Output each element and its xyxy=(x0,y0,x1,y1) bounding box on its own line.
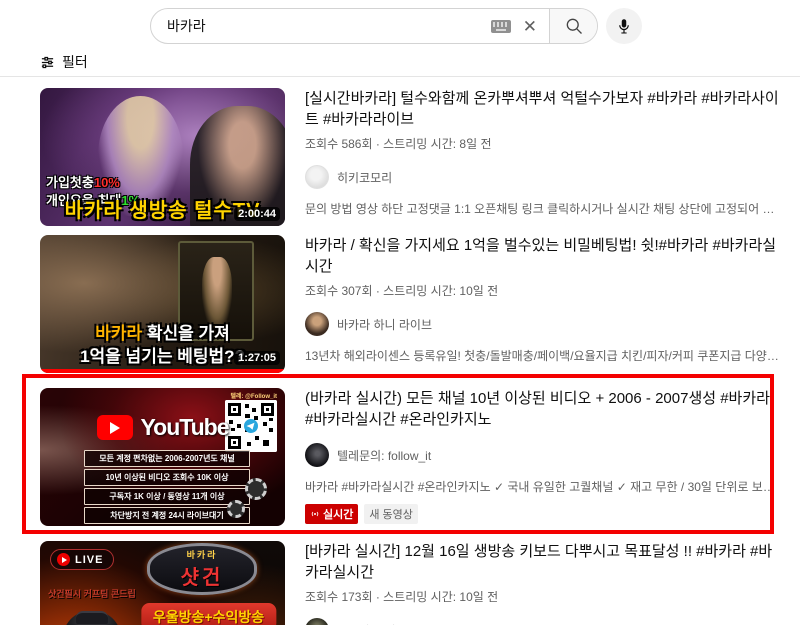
thumbnail-feature-list: 모든 계정 편차없는 2006-2007년도 채널 10년 이상된 비디오 조회… xyxy=(84,450,250,526)
video-1-thumbnail[interactable]: 가입첫충10% 개인요율 최대1% 바카라 생방송 털수TV 2:00:44 xyxy=(40,88,285,226)
voice-search-button[interactable] xyxy=(606,8,642,44)
video-description: 바카라 #바카라실시간 #온라인카지노 ✓ 국내 유일한 고퀄채널 ✓ 재고 무… xyxy=(305,480,780,494)
channel-row[interactable]: 바카라 하니 라이브 xyxy=(305,312,780,336)
filter-button[interactable]: 필터 xyxy=(40,52,88,72)
poker-chip xyxy=(227,500,245,518)
poker-chip xyxy=(245,478,267,500)
youtube-play-icon xyxy=(96,415,133,440)
filter-label: 필터 xyxy=(62,54,88,70)
thumbnail-shotgun-logo: 바카라 샷건 xyxy=(147,543,257,595)
new-video-badge: 새 동영상 xyxy=(364,504,418,524)
clear-search-button[interactable]: ✕ xyxy=(521,18,549,35)
video-title[interactable]: 바카라 / 확신을 가지세요 1억을 벌수있는 비밀베팅법! 쉿!#바카라 #바… xyxy=(305,235,780,277)
channel-avatar[interactable] xyxy=(305,165,329,189)
channel-name[interactable]: 텔레문의: follow_it xyxy=(337,447,431,464)
thumbnail-text-line-1: 바카라 확신을 가져 xyxy=(95,324,230,343)
video-duration: 1:27:05 xyxy=(234,351,280,365)
search-bar: ✕ xyxy=(150,8,598,44)
play-icon xyxy=(57,553,70,566)
badge-row: 실시간 새 동영상 xyxy=(305,504,780,524)
video-meta: 조회수 173회 · 스트리밍 시간: 10일 전 xyxy=(305,590,499,604)
search-button[interactable] xyxy=(549,9,597,43)
video-duration: 2:00:44 xyxy=(234,207,280,221)
watch-progress-bar xyxy=(40,369,285,373)
search-input[interactable] xyxy=(151,18,491,34)
live-badge: 실시간 xyxy=(305,504,359,524)
video-title[interactable]: (바카라 실시간) 모든 채널 10년 이상된 비디오 + 2006 - 200… xyxy=(305,388,780,430)
feature-row: 10년 이상된 비디오 조회수 10K 이상 xyxy=(84,469,250,486)
thumbnail-banner-text: 우울방송+수익방송 xyxy=(140,603,277,625)
video-title[interactable]: [바카라 실시간] 12월 16일 생방송 키보드 다뿌시고 목표달성 !! #… xyxy=(305,541,780,583)
video-result-4: LIVE 바카라 샷건 샷건필시 커프팀 콘드립 우울방송+수익방송 [바카라 … xyxy=(40,541,780,625)
search-icon xyxy=(566,18,582,34)
video-2-thumbnail[interactable]: 바카라 확신을 가져 1억을 넘기는 베팅법?? 1:27:05 xyxy=(40,235,285,373)
thumbnail-promo-line-1: 가입첫충10% xyxy=(46,175,120,190)
feature-row: 구독자 1K 이상 / 동영상 11개 이상 xyxy=(84,488,250,505)
channel-avatar[interactable] xyxy=(305,443,329,467)
video-meta: 조회수 586회 · 스트리밍 시간: 8일 전 xyxy=(305,137,492,151)
channel-row[interactable]: 바카라 샷건 109 xyxy=(305,618,780,625)
channel-name[interactable]: 히키코모리 xyxy=(337,169,392,186)
channel-name[interactable]: 바카라 하니 라이브 xyxy=(337,316,432,333)
video-title[interactable]: [실시간바카라] 털수와함께 온카뿌셔뿌셔 억털수가보자 #바카라 #바카라사이… xyxy=(305,88,780,130)
broadcast-icon xyxy=(311,511,319,517)
channel-name[interactable]: 바카라 샷건 109 xyxy=(337,622,419,625)
thumbnail-caption: 샷건필시 커프팀 콘드립 xyxy=(48,589,136,599)
channel-avatar[interactable] xyxy=(305,618,329,625)
header-divider xyxy=(0,76,800,77)
microphone-icon xyxy=(619,19,629,34)
channel-row[interactable]: 텔레문의: follow_it xyxy=(305,443,780,467)
youtube-logo: YouTube xyxy=(40,414,285,441)
keyboard-icon[interactable] xyxy=(490,19,511,33)
video-description: 13년차 해외라이센스 등록유일! 첫충/돌발매충/페이백/요율지급 치킨/피자… xyxy=(305,349,780,363)
feature-row: 모든 계정 편차없는 2006-2007년도 채널 xyxy=(84,450,250,467)
youtube-logo-text: YouTube xyxy=(140,414,230,440)
channel-row[interactable]: 히키코모리 xyxy=(305,165,780,189)
feature-row: 차단방지 전 계정 24시 라이브대기 xyxy=(84,507,250,524)
thumbnail-live-badge: LIVE xyxy=(50,549,115,570)
video-meta: 조회수 307회 · 스트리밍 시간: 10일 전 xyxy=(305,284,499,298)
video-result-1: 가입첫충10% 개인요율 최대1% 바카라 생방송 털수TV 2:00:44 [… xyxy=(40,88,780,226)
channel-avatar[interactable] xyxy=(305,312,329,336)
thumbnail-telegram-label: 텔레: @Follow_it xyxy=(230,394,277,400)
thumbnail-dealer-figure xyxy=(202,257,232,327)
filter-icon xyxy=(41,56,54,68)
thumbnail-cap xyxy=(76,611,108,624)
video-4-thumbnail[interactable]: LIVE 바카라 샷건 샷건필시 커프팀 콘드립 우울방송+수익방송 xyxy=(40,541,285,625)
video-result-2: 바카라 확신을 가져 1억을 넘기는 베팅법?? 1:27:05 바카라 / 확… xyxy=(40,235,780,373)
video-result-3: 텔레: @Follow_it YouTube 모든 계정 편차없는 2006-2… xyxy=(40,388,780,526)
video-3-thumbnail[interactable]: 텔레: @Follow_it YouTube 모든 계정 편차없는 2006-2… xyxy=(40,388,285,526)
video-description: 문의 방법 영상 하단 고정댓글 1:1 오픈채팅 링크 클릭하시거나 실시간 … xyxy=(305,202,780,216)
